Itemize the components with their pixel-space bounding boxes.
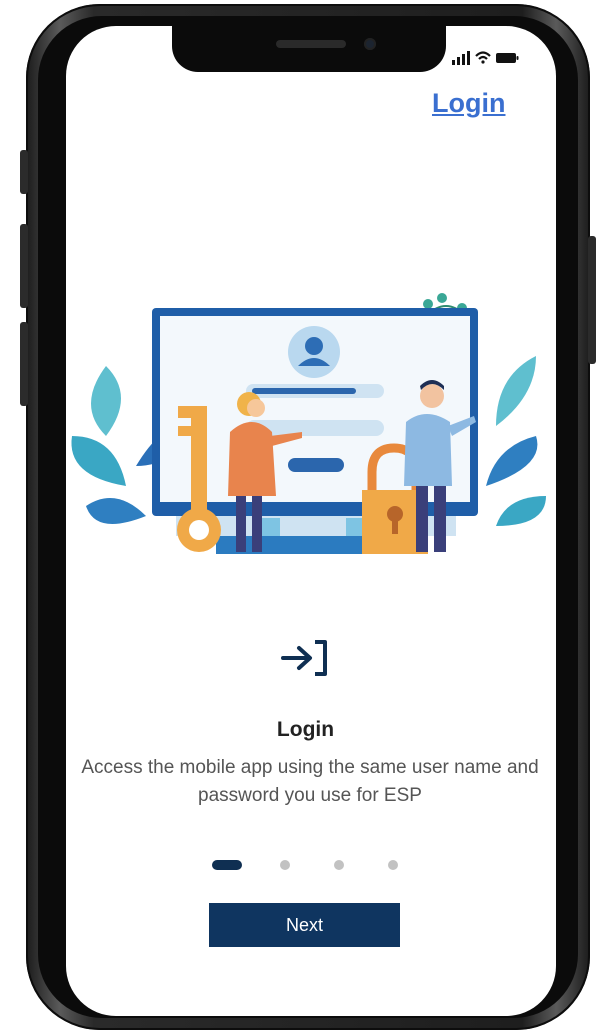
notch (172, 26, 446, 72)
status-bar (452, 48, 522, 68)
mute-switch (20, 150, 28, 194)
wifi-icon (475, 51, 491, 64)
signal-icon (452, 51, 470, 65)
slide-description: Access the mobile app using the same use… (81, 757, 539, 806)
speaker-grille (276, 40, 346, 48)
battery-icon (496, 53, 519, 63)
avatar-graphic (288, 326, 340, 378)
page-dot-active[interactable] (212, 860, 242, 870)
slide-title: Login (276, 718, 335, 741)
page-dot[interactable] (280, 860, 290, 870)
power-button (588, 236, 596, 364)
login-link[interactable]: Login (432, 88, 505, 119)
login-illustration (66, 286, 552, 576)
volume-down-button (20, 322, 28, 406)
page-dot[interactable] (334, 860, 344, 870)
next-button[interactable]: Next (209, 903, 400, 947)
sign-in-icon (279, 636, 335, 680)
page-dot[interactable] (388, 860, 398, 870)
page-indicator (212, 858, 412, 872)
volume-up-button (20, 224, 28, 308)
front-camera (364, 38, 376, 50)
